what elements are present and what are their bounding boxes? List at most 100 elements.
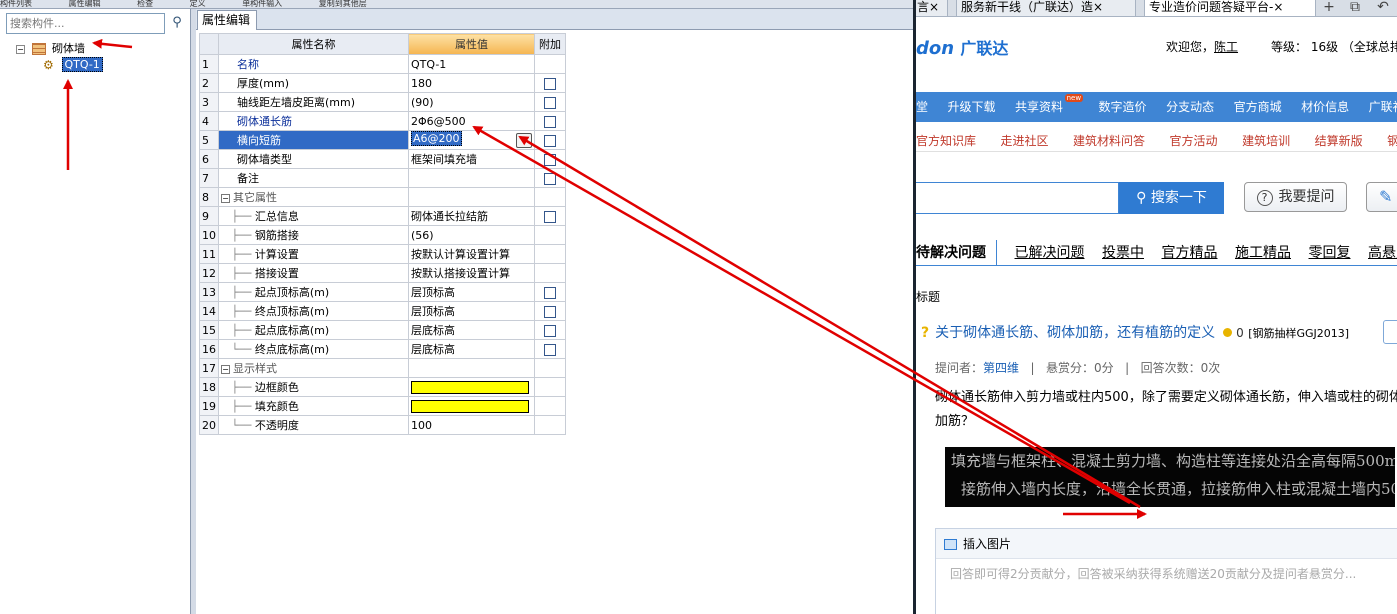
- property-row[interactable]: 1 名称 QTQ-1: [199, 54, 566, 74]
- tab-official[interactable]: 官方精品: [1162, 240, 1218, 265]
- nav-item[interactable]: 堂: [916, 92, 928, 122]
- property-row[interactable]: 13 ├── 起点顶标高(m) 层顶标高: [199, 282, 566, 302]
- property-value[interactable]: 按默认搭接设置计算: [408, 263, 535, 283]
- subnav-item[interactable]: 走进社区: [1001, 130, 1049, 151]
- property-row[interactable]: 10 ├── 钢筋搭接 (56): [199, 225, 566, 245]
- property-row[interactable]: 4 砌体通长筋 2Φ6@500: [199, 111, 566, 131]
- property-row[interactable]: 3 轴线距左墙皮距离(mm) (90): [199, 92, 566, 112]
- extra-checkbox[interactable]: [544, 305, 556, 318]
- restore-icon[interactable]: ⧉: [1344, 0, 1366, 16]
- undo-icon[interactable]: ↶: [1372, 0, 1394, 16]
- property-row[interactable]: 14 ├── 终点顶标高(m) 层顶标高: [199, 301, 566, 321]
- tab-unsolved[interactable]: 待解决问题: [916, 240, 997, 265]
- property-row[interactable]: 12 ├── 搭接设置 按默认搭接设置计算: [199, 263, 566, 283]
- property-row[interactable]: 2 厚度(mm) 180: [199, 73, 566, 93]
- browser-tab[interactable]: 言×: [916, 0, 948, 17]
- question-action-box[interactable]: [1383, 320, 1397, 344]
- property-value[interactable]: 砌体通长拉结筋: [408, 206, 535, 226]
- nav-item[interactable]: 广联社: [1369, 92, 1397, 122]
- toolbar-item[interactable]: 定义: [190, 0, 206, 8]
- tab-zero-reply[interactable]: 零回复: [1309, 240, 1351, 265]
- tab-solved[interactable]: 已解决问题: [1015, 240, 1085, 265]
- toolbar-item[interactable]: 单构件输入: [242, 0, 282, 8]
- extra-checkbox[interactable]: [544, 172, 556, 185]
- subnav-item[interactable]: 官方知识库: [916, 130, 976, 151]
- property-value[interactable]: [408, 187, 535, 207]
- property-row[interactable]: 11 ├── 计算设置 按默认计算设置计算: [199, 244, 566, 264]
- toolbar-item[interactable]: 检查: [137, 0, 153, 8]
- property-row[interactable]: 6 砌体墙类型 框架间填充墙: [199, 149, 566, 169]
- nav-item[interactable]: 升级下载: [948, 92, 996, 122]
- property-row[interactable]: 18 ├── 边框颜色: [199, 377, 566, 397]
- more-options-button[interactable]: ···: [516, 133, 532, 148]
- property-value[interactable]: (56): [408, 225, 535, 245]
- site-search-input[interactable]: [916, 182, 1119, 214]
- property-row[interactable]: 9 ├── 汇总信息 砌体通长拉结筋: [199, 206, 566, 226]
- new-tab-button[interactable]: +: [1318, 0, 1340, 16]
- property-value[interactable]: 层底标高: [408, 320, 535, 340]
- subnav-item[interactable]: 建筑培训: [1242, 130, 1290, 151]
- property-row[interactable]: 15 ├── 起点底标高(m) 层底标高: [199, 320, 566, 340]
- browser-tab[interactable]: 服务新干线（广联达）造×: [956, 0, 1136, 17]
- property-row[interactable]: 7 备注: [199, 168, 566, 188]
- username-link[interactable]: 陈工: [1214, 40, 1238, 54]
- property-value[interactable]: 按默认计算设置计算: [408, 244, 535, 264]
- nav-item[interactable]: 材价信息: [1301, 92, 1349, 122]
- search-icon[interactable]: ⚲: [168, 15, 186, 33]
- collapse-icon[interactable]: −: [221, 364, 230, 374]
- property-value[interactable]: 100: [408, 415, 535, 435]
- collapse-icon[interactable]: −: [16, 44, 25, 54]
- component-search-input[interactable]: 搜索构件...: [6, 13, 165, 34]
- answer-textarea[interactable]: 回答即可得2分贡献分，回答被采纳获得系统赠送20贡献分及提问者悬赏分...: [936, 559, 1397, 588]
- subnav-item[interactable]: 官方活动: [1170, 130, 1218, 151]
- property-value-text[interactable]: A6@200: [411, 131, 462, 146]
- toolbar-item[interactable]: 复制到其他层: [319, 0, 367, 8]
- tab-property-edit[interactable]: 属性编辑: [197, 10, 257, 30]
- extra-checkbox[interactable]: [544, 324, 556, 337]
- property-value[interactable]: [408, 377, 535, 397]
- extra-checkbox[interactable]: [544, 96, 556, 109]
- tree-node-qtq1[interactable]: ⚙ QTQ-1: [40, 57, 103, 72]
- search-button[interactable]: ⚲ 搜索一下: [1119, 182, 1224, 214]
- tab-construction[interactable]: 施工精品: [1235, 240, 1291, 265]
- asker-name[interactable]: 第四维: [983, 361, 1019, 375]
- tree-node-wall[interactable]: − 砌体墙: [16, 41, 85, 56]
- collapse-icon[interactable]: −: [221, 193, 230, 203]
- toolbar-item[interactable]: 构件列表: [0, 0, 32, 8]
- insert-image-button[interactable]: 插入图片: [936, 529, 1397, 559]
- property-value[interactable]: [408, 396, 535, 416]
- ask-question-button[interactable]: ? 我要提问: [1244, 182, 1347, 212]
- nav-item[interactable]: 官方商城: [1234, 92, 1282, 122]
- color-swatch[interactable]: [411, 399, 529, 413]
- extra-checkbox[interactable]: [544, 286, 556, 299]
- question-title[interactable]: 关于砌体通长筋、砌体加筋，还有植筋的定义: [935, 325, 1215, 341]
- subnav-item[interactable]: 结算新版: [1315, 130, 1363, 151]
- subnav-item[interactable]: 钢结: [1387, 130, 1397, 151]
- property-value[interactable]: 框架间填充墙: [408, 149, 535, 169]
- property-value[interactable]: [408, 358, 535, 378]
- extra-checkbox[interactable]: [544, 77, 556, 90]
- subnav-item[interactable]: 建筑材料问答: [1073, 130, 1145, 151]
- property-value[interactable]: (90): [408, 92, 535, 112]
- extra-checkbox[interactable]: [544, 115, 556, 128]
- tab-high-reward[interactable]: 高悬赏: [1368, 240, 1397, 265]
- property-row[interactable]: 16 └── 终点底标高(m) 层底标高: [199, 339, 566, 359]
- color-swatch[interactable]: [411, 380, 529, 394]
- property-value[interactable]: 180: [408, 73, 535, 93]
- property-row[interactable]: 20 └── 不透明度 100: [199, 415, 566, 435]
- property-row[interactable]: 8− 其它属性: [199, 187, 566, 207]
- property-value[interactable]: 层顶标高: [408, 282, 535, 302]
- property-value[interactable]: ··· A6@200: [408, 130, 535, 150]
- nav-item[interactable]: 共享资料 new: [1015, 92, 1084, 122]
- extra-checkbox[interactable]: [544, 134, 556, 147]
- toolbar-item[interactable]: 属性编辑: [69, 0, 101, 8]
- property-value[interactable]: 层顶标高: [408, 301, 535, 321]
- property-row[interactable]: 17− 显示样式: [199, 358, 566, 378]
- site-logo[interactable]: don 广联达: [916, 35, 1008, 59]
- extra-checkbox[interactable]: [544, 153, 556, 166]
- browser-tab-active[interactable]: 专业造价问题答疑平台-×: [1144, 0, 1316, 17]
- pencil-icon[interactable]: ✎: [1366, 182, 1397, 212]
- nav-item[interactable]: 分支动态: [1166, 92, 1214, 122]
- extra-checkbox[interactable]: [544, 343, 556, 356]
- property-row[interactable]: 5 横向短筋 ··· A6@200: [199, 130, 566, 150]
